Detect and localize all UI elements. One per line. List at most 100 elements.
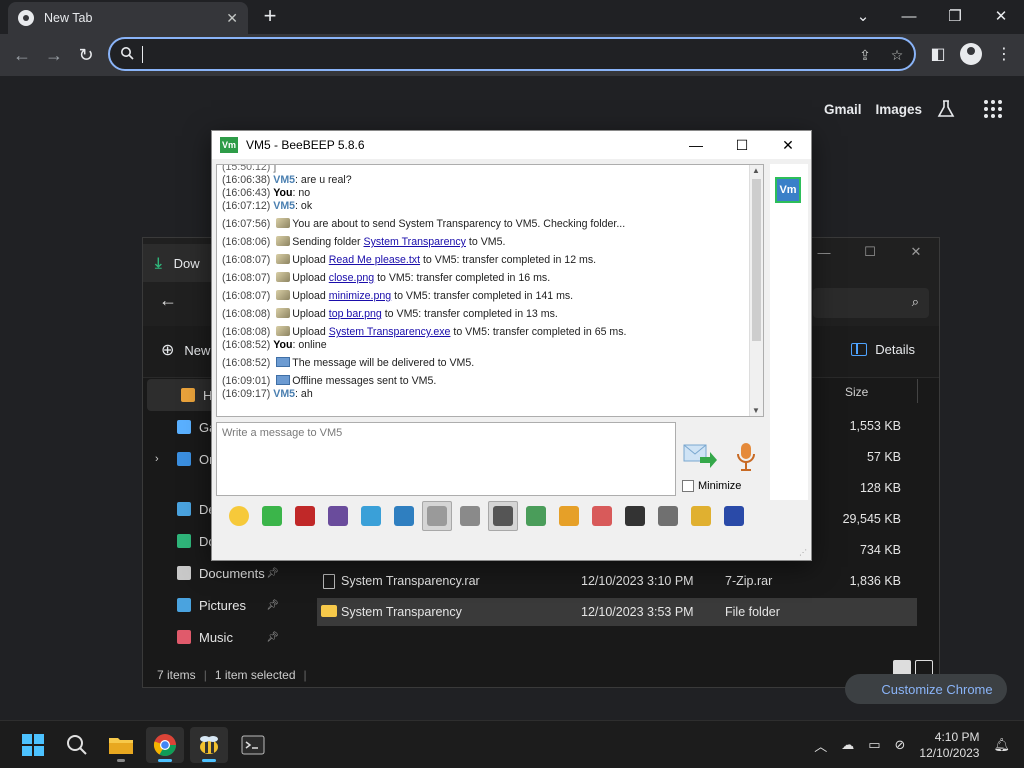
color-button[interactable] bbox=[323, 501, 353, 531]
nav-item-label: Music bbox=[199, 629, 233, 645]
spellcheck-button[interactable] bbox=[422, 501, 452, 531]
side-panel-icon[interactable]: ◧ bbox=[926, 43, 950, 67]
volume-muted-icon[interactable]: ⊘ bbox=[895, 737, 906, 753]
chevron-right-icon[interactable]: › bbox=[155, 453, 159, 465]
omnibox[interactable]: ⇪ ☆ bbox=[108, 37, 916, 71]
file-link[interactable]: System Transparency bbox=[364, 236, 466, 248]
file-row[interactable]: System Transparency.rar 12/10/2023 3:10 P… bbox=[317, 567, 917, 595]
message-input[interactable] bbox=[217, 423, 675, 495]
spellcheck-icon bbox=[427, 506, 447, 526]
send-folder-button[interactable] bbox=[554, 501, 584, 531]
nav-item-documents[interactable]: Documents 📌︎ bbox=[143, 557, 301, 589]
tab-search-icon[interactable]: ⌄ bbox=[840, 0, 886, 32]
minimize-option[interactable]: Minimize bbox=[682, 480, 741, 492]
filter-button[interactable] bbox=[356, 501, 386, 531]
file-explorer-taskbar-button[interactable] bbox=[102, 727, 140, 763]
labs-flask-icon[interactable] bbox=[936, 99, 956, 119]
message-text: Upload bbox=[292, 272, 329, 284]
display-icon[interactable]: ▭ bbox=[868, 737, 880, 753]
menu-kebab-icon[interactable]: ⋮ bbox=[992, 43, 1016, 67]
explorer-search-box[interactable]: ⌕ bbox=[813, 288, 929, 318]
beebeep-taskbar-button[interactable] bbox=[190, 727, 228, 763]
screenshot-button[interactable] bbox=[620, 501, 650, 531]
notes-button[interactable] bbox=[686, 501, 716, 531]
forward-icon[interactable]: → bbox=[42, 43, 66, 67]
apps-grid-icon[interactable] bbox=[984, 100, 1002, 118]
nav-item-label: Documents bbox=[199, 565, 265, 581]
message-timestamp: (16:09:17) bbox=[222, 388, 271, 400]
file-link[interactable]: minimize.png bbox=[329, 290, 391, 302]
back-icon[interactable]: ← bbox=[10, 43, 34, 67]
settings-button[interactable] bbox=[389, 501, 419, 531]
save-button[interactable] bbox=[719, 501, 749, 531]
system-event-icon bbox=[276, 308, 291, 318]
autocomplete-icon bbox=[460, 506, 480, 526]
html-button[interactable] bbox=[587, 501, 617, 531]
minimize-icon[interactable]: — bbox=[886, 0, 932, 32]
minimize-icon[interactable]: — bbox=[673, 131, 719, 159]
emoticon-button[interactable] bbox=[224, 501, 254, 531]
close-icon[interactable]: ✕ bbox=[978, 0, 1024, 32]
share-icon[interactable]: ⇪ bbox=[854, 44, 876, 66]
sound-button[interactable] bbox=[488, 501, 518, 531]
profile-icon[interactable] bbox=[960, 43, 982, 65]
notification-bell-icon[interactable]: 🔔︎ bbox=[993, 737, 1010, 753]
chat-log[interactable]: (15:50:12) ] (16:06:38) VM5: are u real?(… bbox=[216, 164, 764, 417]
chrome-tab-new-tab[interactable]: New Tab ✕ bbox=[8, 2, 248, 34]
scroll-down-icon[interactable]: ▼ bbox=[752, 406, 760, 415]
nudge-button[interactable] bbox=[257, 501, 287, 531]
voice-message-button[interactable] bbox=[653, 501, 683, 531]
chevron-up-icon[interactable]: ︿ bbox=[814, 736, 827, 755]
start-button[interactable] bbox=[14, 727, 52, 763]
nav-item-music[interactable]: Music 📌︎ bbox=[143, 621, 301, 653]
new-tab-button[interactable]: + bbox=[258, 5, 282, 29]
search-button[interactable] bbox=[58, 727, 96, 763]
file-link[interactable]: top bar.png bbox=[329, 308, 382, 320]
chat-message: (16:07:12) VM5: ok bbox=[222, 200, 747, 213]
minimize-checkbox[interactable] bbox=[682, 480, 694, 492]
message-text: : are u real? bbox=[295, 174, 352, 186]
chat-scrollbar[interactable]: ▲ ▼ bbox=[749, 165, 763, 416]
close-icon[interactable]: ✕ bbox=[893, 238, 939, 266]
autocomplete-button[interactable] bbox=[455, 501, 485, 531]
message-timestamp: (16:08:07) bbox=[222, 290, 271, 302]
gmail-link[interactable]: Gmail bbox=[824, 102, 862, 117]
microphone-icon[interactable] bbox=[734, 441, 758, 473]
file-date: 12/10/2023 3:53 PM bbox=[581, 605, 694, 619]
restore-icon[interactable]: ❐ bbox=[932, 0, 978, 32]
terminal-taskbar-button[interactable] bbox=[234, 727, 272, 763]
message-text: : online bbox=[292, 339, 327, 351]
maximize-icon[interactable]: ☐ bbox=[719, 131, 765, 159]
send-file-button[interactable] bbox=[521, 501, 551, 531]
user-avatar-vm5[interactable]: Vm bbox=[775, 177, 801, 203]
file-link[interactable]: close.png bbox=[329, 272, 374, 284]
desktop-icon bbox=[177, 502, 191, 516]
new-button[interactable]: ⊕ New bbox=[161, 340, 210, 360]
scroll-thumb[interactable] bbox=[752, 179, 761, 341]
file-link[interactable]: Read Me please.txt bbox=[329, 254, 420, 266]
message-text-suffix: to VM5: transfer completed in 13 ms. bbox=[381, 308, 558, 320]
file-link[interactable]: System Transparency.exe bbox=[329, 326, 451, 338]
clock[interactable]: 4:10 PM 12/10/2023 bbox=[919, 729, 979, 761]
scroll-up-icon[interactable]: ▲ bbox=[752, 166, 760, 175]
file-name: System Transparency bbox=[341, 605, 462, 619]
maximize-icon[interactable]: ☐ bbox=[847, 238, 893, 266]
network-icon[interactable]: ☁ bbox=[841, 737, 854, 753]
bookmark-star-icon[interactable]: ☆ bbox=[886, 44, 908, 66]
customize-chrome-button[interactable]: Customize Chrome bbox=[845, 674, 1007, 704]
size-column-header[interactable]: Size bbox=[845, 385, 868, 399]
back-arrow-icon[interactable]: ← bbox=[159, 290, 177, 311]
reload-icon[interactable]: ↻ bbox=[74, 43, 98, 67]
details-button[interactable]: Details bbox=[851, 342, 915, 357]
chrome-taskbar-button[interactable] bbox=[146, 727, 184, 763]
sender-name: VM5 bbox=[273, 174, 296, 186]
send-message-icon[interactable] bbox=[682, 441, 718, 471]
resize-grip-icon[interactable]: ⋰ bbox=[799, 548, 809, 558]
images-link[interactable]: Images bbox=[875, 102, 922, 117]
font-button[interactable] bbox=[290, 501, 320, 531]
tab-close-icon[interactable]: ✕ bbox=[226, 10, 238, 27]
message-timestamp: (16:08:08) bbox=[222, 326, 271, 338]
nav-item-pictures[interactable]: Pictures 📌︎ bbox=[143, 589, 301, 621]
close-icon[interactable]: ✕ bbox=[765, 131, 811, 159]
folder-row[interactable]: System Transparency 12/10/2023 3:53 PM Fil… bbox=[317, 598, 917, 626]
